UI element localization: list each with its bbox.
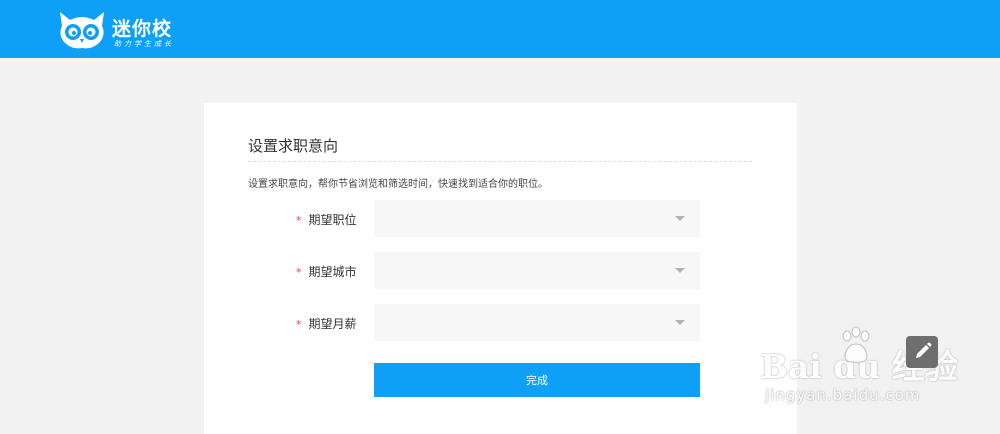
site-logo[interactable]: 迷你校 助力学生成长 xyxy=(54,8,184,52)
logo-name: 迷你校 xyxy=(112,18,173,40)
field-label-city: * 期望城市 xyxy=(296,263,357,280)
required-mark: * xyxy=(296,318,302,331)
required-mark: * xyxy=(296,214,302,227)
expected-salary-select[interactable] xyxy=(374,304,700,341)
submit-button[interactable]: 完成 xyxy=(374,363,700,397)
caret-down-icon xyxy=(675,216,685,221)
edit-pencil-button[interactable] xyxy=(906,336,938,368)
expected-city-select[interactable] xyxy=(374,252,700,289)
card-title: 设置求职意向 xyxy=(248,137,339,155)
card-description: 设置求职意向，帮你节省浏览和筛选时间，快速找到适合你的职位。 xyxy=(248,179,548,190)
logo-slogan: 助力学生成长 xyxy=(114,40,174,48)
paw-icon xyxy=(842,326,870,363)
expected-position-select[interactable] xyxy=(374,200,700,237)
field-label-position: * 期望职位 xyxy=(296,211,357,228)
pencil-icon xyxy=(916,342,932,358)
required-mark: * xyxy=(296,266,302,279)
title-divider xyxy=(248,161,752,162)
label-text: 期望职位 xyxy=(308,213,357,227)
owl-logo-icon xyxy=(60,12,104,49)
job-intention-card: 设置求职意向 设置求职意向，帮你节省浏览和筛选时间，快速找到适合你的职位。 * 期… xyxy=(204,103,797,434)
watermark-url: jingyan.baidu.com xyxy=(765,386,921,404)
field-label-salary: * 期望月薪 xyxy=(296,315,357,332)
caret-down-icon xyxy=(675,320,685,325)
label-text: 期望月薪 xyxy=(308,317,357,331)
top-header-bar: 迷你校 助力学生成长 xyxy=(0,0,1000,58)
label-text: 期望城市 xyxy=(308,265,357,279)
caret-down-icon xyxy=(675,268,685,273)
